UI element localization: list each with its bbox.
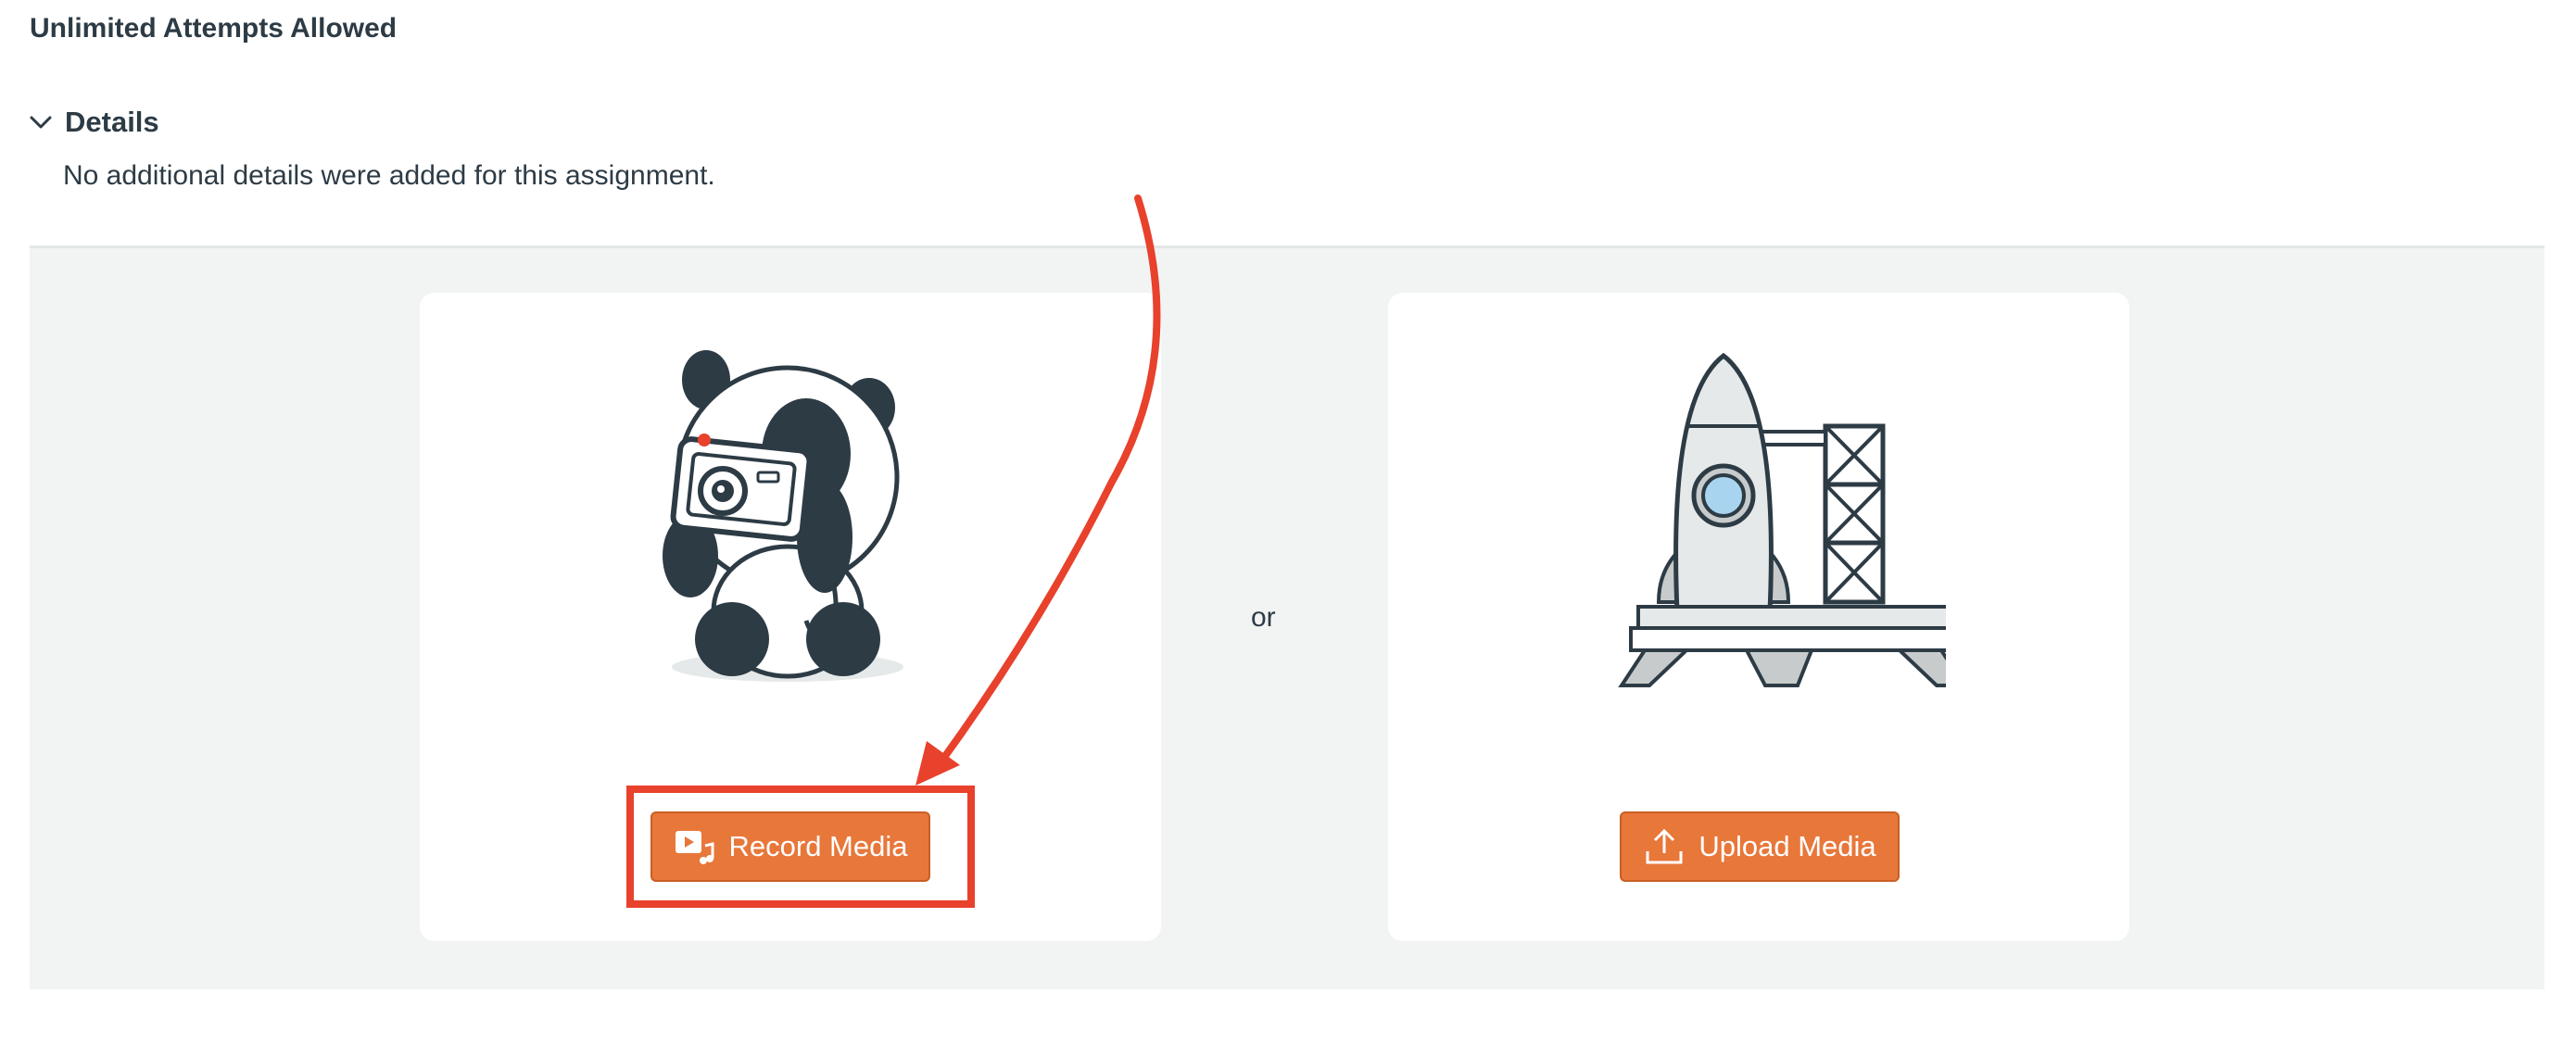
chevron-down-icon — [30, 116, 52, 129]
media-submission-panel — [30, 245, 2544, 989]
upload-media-label: Upload Media — [1698, 830, 1876, 862]
attempts-allowed-label: Unlimited Attempts Allowed — [30, 13, 398, 44]
details-body-text: No additional details were added for thi… — [63, 160, 715, 191]
rocket-launchpad-illustration — [1618, 352, 1946, 687]
annotation-highlight-box — [626, 786, 975, 908]
upload-media-button[interactable]: Upload Media — [1620, 811, 1900, 882]
panda-camera-illustration — [663, 350, 903, 682]
or-separator: or — [1251, 602, 1276, 633]
assignment-page: Unlimited Attempts Allowed Details No ad… — [0, 0, 2576, 1056]
details-toggle-label: Details — [65, 106, 159, 138]
upload-arrow-icon — [1646, 828, 1683, 864]
details-toggle[interactable]: Details — [28, 106, 159, 139]
